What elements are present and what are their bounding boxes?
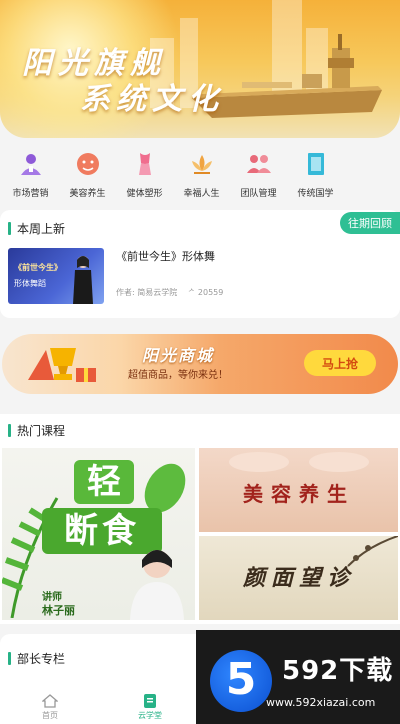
grab-now-button[interactable]: 马上抢 <box>304 350 376 376</box>
watermark-logo: 5 <box>210 650 272 712</box>
new-this-week-title: 本周上新 <box>8 220 65 237</box>
category-label: 健体塑形 <box>126 189 163 199</box>
category-team[interactable]: 团队管理 <box>232 146 285 202</box>
category-marketing[interactable]: 市场营销 <box>4 146 57 202</box>
body-shape-icon <box>131 150 159 178</box>
category-fitness[interactable]: 健体塑形 <box>118 146 171 202</box>
category-label: 传统国学 <box>297 189 334 199</box>
category-beauty[interactable]: 美容养生 <box>61 146 114 202</box>
site-watermark: 5 592下载 www.592xiazai.com <box>196 630 400 724</box>
views-icon: ᄼ <box>188 288 198 297</box>
tile-title: 美容养生 <box>243 482 355 506</box>
tab-home[interactable]: 首页 <box>0 690 100 724</box>
course-tile-fasting[interactable]: 轻 断食 讲师 林子丽 <box>2 448 195 620</box>
minister-column-title: 部长专栏 <box>8 650 65 667</box>
course-views: ᄼ 20559 <box>188 287 223 298</box>
home-icon <box>42 693 58 708</box>
watermark-brand: 592下载 <box>282 656 394 686</box>
category-nav: 市场营销 美容养生 健体塑形 幸福人生 团队管理 传统国学 <box>0 146 400 202</box>
tab-label: 首页 <box>42 710 58 720</box>
person-badge-icon <box>17 150 45 178</box>
course-tile-beauty[interactable]: 美容养生 <box>199 448 398 532</box>
category-label: 幸福人生 <box>183 189 220 199</box>
views-count: 20559 <box>197 288 224 297</box>
course-thumbnail[interactable]: 《前世今生》 形体舞蹈 <box>8 248 104 304</box>
tab-label: 云学堂 <box>138 710 162 720</box>
section-title-text: 部长专栏 <box>17 652 66 666</box>
gift-trophy-icon <box>28 348 96 382</box>
thumbnail-subtitle: 形体舞蹈 <box>14 279 46 288</box>
course-title[interactable]: 《前世今生》形体舞 <box>116 248 215 264</box>
team-icon <box>245 150 273 178</box>
category-label: 美容养生 <box>69 189 106 199</box>
watermark-url: www.592xiazai.com <box>266 696 376 709</box>
section-accent-bar <box>8 424 11 437</box>
category-label: 团队管理 <box>240 189 277 199</box>
category-sinology[interactable]: 传统国学 <box>289 146 342 202</box>
category-label: 市场营销 <box>12 189 49 199</box>
tile-teacher-label: 讲师 <box>42 592 62 603</box>
hero-banner[interactable]: 阳光旗舰 系统文化 <box>0 0 400 138</box>
app-screen: 阳光旗舰 系统文化 市场营销 美容养生 健体塑形 幸福人生 团队管理 传统国学 … <box>0 0 400 724</box>
instructor-figure <box>73 256 93 304</box>
mall-banner[interactable]: 阳光商城 超值商品，等你来兑！ 马上抢 <box>2 334 398 394</box>
section-accent-bar <box>8 652 11 665</box>
mall-title: 阳光商城 <box>142 346 215 365</box>
book-icon <box>302 150 330 178</box>
section-title-text: 本周上新 <box>17 222 66 236</box>
section-accent-bar <box>8 222 11 235</box>
banner-title-line2: 系统文化 <box>80 82 224 117</box>
hands-decoration <box>229 452 369 472</box>
tab-cloud-classroom[interactable]: 云学堂 <box>100 690 200 724</box>
face-icon <box>74 150 102 178</box>
instructor-portrait <box>130 550 184 620</box>
hot-courses-title: 热门课程 <box>8 422 65 439</box>
tile-headline-1: 轻 <box>74 460 134 504</box>
category-happiness[interactable]: 幸福人生 <box>175 146 228 202</box>
course-author: 作者: 简易云学院 <box>116 288 178 297</box>
thumbnail-title: 《前世今生》 <box>14 263 62 272</box>
history-review-button[interactable]: 往期回顾 <box>340 212 400 234</box>
bottom-tab-bar: 首页 云学堂 <box>0 690 200 724</box>
book-tab-icon <box>144 693 156 708</box>
course-tile-face-diagnosis[interactable]: 颜面望诊 <box>199 536 398 620</box>
lotus-icon <box>188 150 216 178</box>
mall-subtitle: 超值商品，等你来兑！ <box>128 370 228 381</box>
section-title-text: 热门课程 <box>17 424 66 438</box>
tile-title: 颜面望诊 <box>242 565 355 591</box>
tile-teacher-name: 林子丽 <box>42 604 75 617</box>
